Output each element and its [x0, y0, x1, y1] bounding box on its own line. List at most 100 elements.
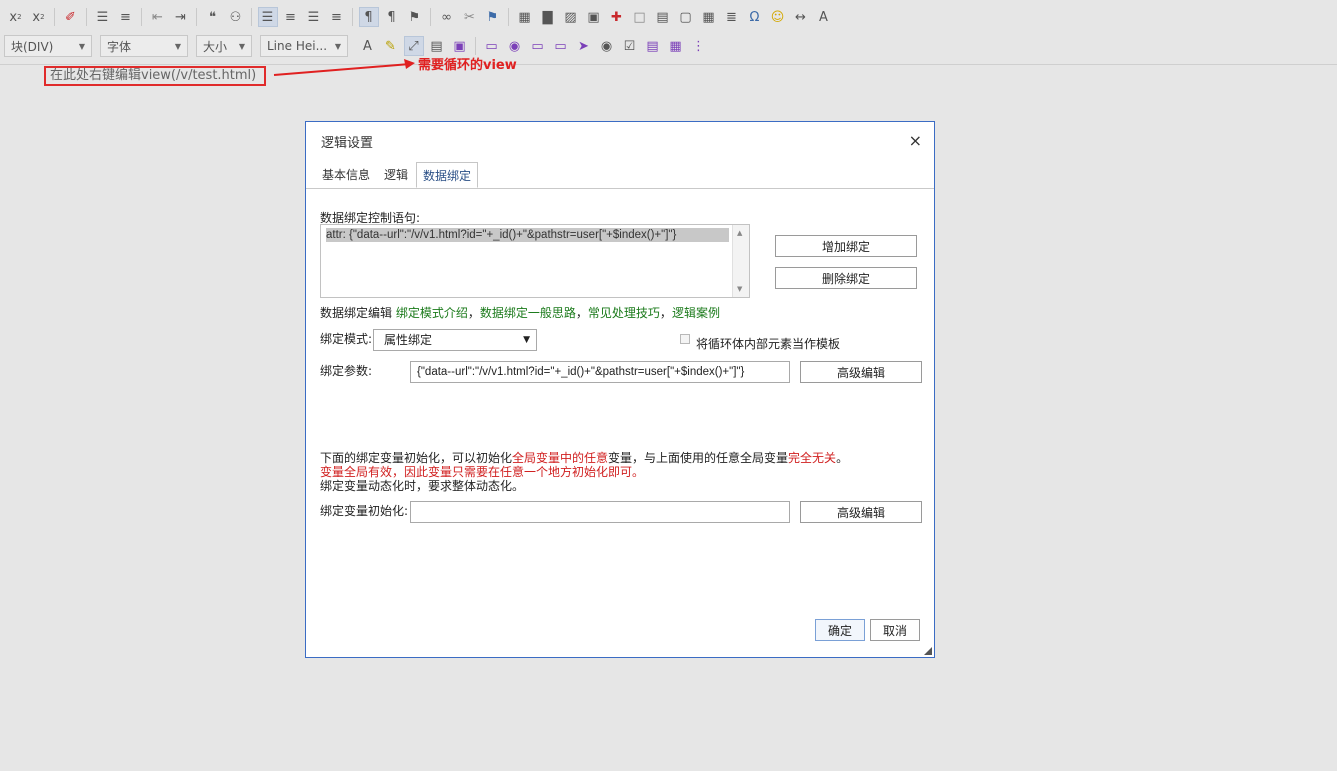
- dropdown-arrow-icon: ▼: [523, 335, 530, 345]
- link-binding-approach[interactable]: 数据绑定一般思路: [480, 306, 576, 320]
- align-left-icon[interactable]: ☰: [257, 7, 278, 27]
- justify-icon[interactable]: ≡: [327, 7, 347, 27]
- hidden-field-icon[interactable]: ◉: [597, 36, 617, 56]
- grid-icon[interactable]: ▦: [666, 36, 686, 56]
- textarea-scrollbar[interactable]: ▲ ▼: [732, 225, 749, 297]
- omega-icon[interactable]: Ω: [745, 7, 765, 27]
- block-format-combo[interactable]: 块(DIV) ▼: [4, 35, 92, 57]
- template-checkbox-label: 将循环体内部元素当作模板: [696, 337, 841, 351]
- toolbar-separator: [508, 8, 509, 26]
- textarea-icon[interactable]: ▭: [551, 36, 571, 56]
- dropdown-arrow-icon: ▼: [78, 41, 85, 51]
- blockquote-icon[interactable]: ❝: [203, 7, 223, 27]
- binding-mode-label: 绑定模式:: [320, 332, 373, 346]
- textfield-icon[interactable]: ▭: [528, 36, 548, 56]
- cancel-button[interactable]: 取消: [870, 619, 920, 641]
- binding-mode-select[interactable]: 属性绑定 ▼: [373, 329, 537, 351]
- align-right-icon[interactable]: ☰: [304, 7, 324, 27]
- template-icon[interactable]: □: [630, 7, 650, 27]
- scroll-up-icon[interactable]: ▲: [737, 229, 742, 237]
- delete-binding-button[interactable]: 删除绑定: [775, 267, 917, 289]
- binding-statement-textarea[interactable]: attr: {"data--url":"/v/v1.html?id="+_id(…: [320, 224, 750, 298]
- font-format-icon[interactable]: ≣: [722, 7, 742, 27]
- advanced-edit-button[interactable]: 高级编辑: [800, 361, 922, 383]
- toolbar-row-1: x2 x2 ✐ ☰ ≡ ⇤ ⇥ ❝ ⚇ ☰ ≡ ☰ ≡ ¶ ¶ ⚑ ∞ ✂ ⚑ …: [4, 4, 835, 30]
- rtl-icon[interactable]: ¶: [382, 7, 402, 27]
- translate-icon[interactable]: ⚑: [405, 7, 425, 27]
- link-icon[interactable]: ∞: [437, 7, 457, 27]
- find-icon[interactable]: ⚇: [226, 7, 246, 27]
- advanced-edit-button-2[interactable]: 高级编辑: [800, 501, 922, 523]
- add-binding-button[interactable]: 增加绑定: [775, 235, 917, 257]
- video-icon[interactable]: ▣: [584, 7, 604, 27]
- tab-data-binding[interactable]: 数据绑定: [416, 162, 479, 188]
- line-height-combo[interactable]: Line Hei... ▼: [260, 35, 348, 57]
- clear-format-icon[interactable]: ✐: [61, 7, 81, 27]
- fullscreen-icon[interactable]: ⤢: [403, 36, 424, 56]
- anchor-icon[interactable]: ⚑: [483, 7, 503, 27]
- form-icon[interactable]: ▭: [482, 36, 502, 56]
- select-icon[interactable]: ▤: [643, 36, 663, 56]
- highlight-color-icon[interactable]: ✎: [381, 36, 401, 56]
- note-text: 。: [836, 451, 849, 465]
- link-common-tips[interactable]: 常见处理技巧: [588, 306, 660, 320]
- unordered-list-icon[interactable]: ≡: [116, 7, 136, 27]
- toolbar-separator: [475, 37, 476, 55]
- binding-statement-line[interactable]: attr: {"data--url":"/v/v1.html?id="+_id(…: [326, 228, 729, 242]
- special-icon[interactable]: ✚: [607, 7, 627, 27]
- checkbox-icon[interactable]: ☑: [620, 36, 640, 56]
- block-format-value: 块(DIV): [11, 39, 54, 54]
- radio-icon[interactable]: ◉: [505, 36, 525, 56]
- emoji-icon[interactable]: ☺: [768, 7, 788, 27]
- indent-icon[interactable]: ⇥: [171, 7, 191, 27]
- subscript-icon[interactable]: x2: [6, 7, 26, 27]
- annotation-label: 需要循环的view: [418, 58, 517, 73]
- link-logic-examples[interactable]: 逻辑案例: [672, 306, 720, 320]
- ordered-list-icon[interactable]: ☰: [93, 7, 113, 27]
- font-size-combo[interactable]: 大小 ▼: [196, 35, 252, 57]
- code-icon[interactable]: ▤: [653, 7, 673, 27]
- font-family-combo[interactable]: 字体 ▼: [100, 35, 188, 57]
- tab-basic-info[interactable]: 基本信息: [316, 162, 376, 188]
- align-center-icon[interactable]: ≡: [281, 7, 301, 27]
- dialog-title: 逻辑设置: [321, 136, 374, 151]
- horizontal-rule-icon[interactable]: ↔: [791, 7, 811, 27]
- more-icon[interactable]: ⋮: [689, 36, 709, 56]
- preview-icon[interactable]: ▣: [450, 36, 470, 56]
- page-icon[interactable]: ▢: [676, 7, 696, 27]
- annotation-arrow-icon: [273, 59, 415, 76]
- toolbar-separator: [54, 8, 55, 26]
- ltr-icon[interactable]: ¶: [358, 7, 379, 27]
- source-icon[interactable]: ▤: [427, 36, 447, 56]
- unlink-icon[interactable]: ✂: [460, 7, 480, 27]
- logic-settings-dialog: 逻辑设置 × 基本信息 逻辑 数据绑定 数据绑定控制语句: attr: {"da…: [305, 121, 935, 658]
- outdent-icon[interactable]: ⇤: [148, 7, 168, 27]
- dialog-tabs: 基本信息 逻辑 数据绑定: [316, 162, 480, 188]
- button-icon[interactable]: ➤: [574, 36, 594, 56]
- view-placeholder-text[interactable]: 在此处右键编辑view(/v/test.html): [44, 66, 266, 86]
- superscript-icon[interactable]: x2: [29, 7, 49, 27]
- close-icon[interactable]: ×: [909, 131, 922, 150]
- font-color-icon[interactable]: A: [358, 36, 378, 56]
- resize-handle-icon[interactable]: [924, 647, 932, 655]
- binding-params-input[interactable]: {"data--url":"/v/v1.html?id="+_id()+"&pa…: [410, 361, 790, 383]
- init-variable-input[interactable]: [410, 501, 790, 523]
- image-icon[interactable]: ▨: [561, 7, 581, 27]
- font-size-value: 大小: [203, 39, 228, 54]
- template-checkbox[interactable]: [680, 334, 690, 344]
- link-binding-modes[interactable]: 绑定模式介绍: [396, 306, 468, 320]
- toolbar-separator: [430, 8, 431, 26]
- chart-icon[interactable]: ▇: [538, 7, 558, 27]
- insert-frame-icon[interactable]: ▦: [515, 7, 535, 27]
- link-separator: ，: [467, 306, 480, 320]
- tab-logic[interactable]: 逻辑: [378, 162, 414, 188]
- spell-check-icon[interactable]: A: [814, 7, 834, 27]
- init-variable-label: 绑定变量初始化:: [320, 504, 409, 518]
- toolbar-separator: [141, 8, 142, 26]
- dropdown-arrow-icon: ▼: [334, 41, 341, 51]
- scroll-down-icon[interactable]: ▼: [737, 285, 742, 293]
- ok-button[interactable]: 确定: [815, 619, 865, 641]
- toolbar-divider: [0, 64, 1337, 65]
- toolbar-separator: [86, 8, 87, 26]
- table-icon[interactable]: ▦: [699, 7, 719, 27]
